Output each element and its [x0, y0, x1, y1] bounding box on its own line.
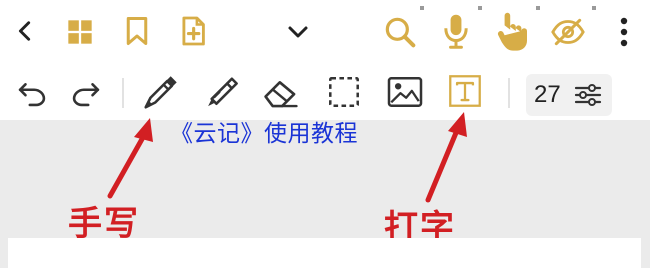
corner-dot-icon — [592, 6, 596, 10]
bookmark-icon[interactable] — [124, 16, 150, 46]
touch-icon[interactable] — [496, 10, 530, 52]
note-page[interactable] — [8, 238, 641, 268]
undo-icon[interactable] — [16, 80, 48, 107]
eraser-icon[interactable] — [262, 76, 300, 110]
corner-dot-icon — [420, 6, 424, 10]
more-vertical-icon[interactable] — [620, 17, 628, 47]
tutorial-title: 《云记》使用教程 — [170, 121, 358, 147]
highlighter-icon[interactable] — [200, 74, 240, 112]
text-icon[interactable] — [448, 74, 482, 108]
chevron-left-icon[interactable] — [14, 20, 36, 42]
lasso-select-icon[interactable] — [328, 76, 360, 108]
corner-dot-icon — [536, 6, 540, 10]
sliders-icon[interactable] — [574, 84, 602, 106]
grid-icon[interactable] — [66, 18, 94, 46]
search-icon[interactable] — [384, 16, 416, 48]
eye-off-icon[interactable] — [550, 18, 586, 46]
toolbar-divider — [122, 78, 124, 108]
redo-icon[interactable] — [70, 80, 102, 107]
pen-icon[interactable] — [140, 74, 180, 112]
image-icon[interactable] — [386, 76, 424, 108]
add-page-icon[interactable] — [180, 15, 206, 47]
top-app-bar — [0, 0, 650, 62]
toolbar-divider — [508, 78, 510, 108]
font-size-control[interactable]: 27 — [526, 74, 612, 116]
font-size-value: 27 — [534, 81, 561, 108]
microphone-icon[interactable] — [442, 12, 470, 50]
chevron-down-icon[interactable] — [288, 26, 308, 38]
corner-dot-icon — [478, 6, 482, 10]
handwriting-arrow-icon — [107, 118, 153, 199]
